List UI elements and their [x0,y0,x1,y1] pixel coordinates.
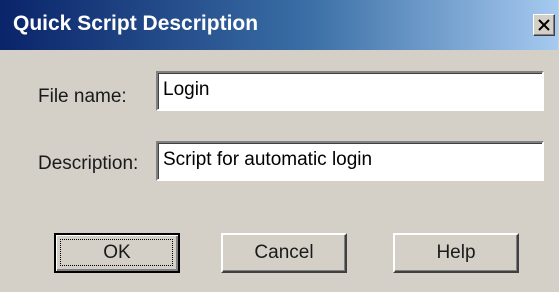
cancel-button-label: Cancel [254,242,314,263]
cancel-button[interactable]: Cancel [221,233,347,273]
dialog-title: Quick Script Description [13,12,259,35]
help-button-label: Help [436,242,476,263]
focus-rectangle [60,239,173,266]
description-label: Description: [38,153,139,174]
file-name-label: File name: [38,86,127,107]
description-field[interactable]: Script for automatic login [156,141,544,181]
ok-button[interactable]: OK [54,233,180,273]
quick-script-dialog: Quick Script Description File name: Logi… [0,0,560,292]
title-bar[interactable]: Quick Script Description [0,0,558,50]
file-name-field[interactable]: Login [156,71,544,111]
close-icon [538,19,550,31]
help-button[interactable]: Help [393,233,519,273]
close-button[interactable] [533,14,555,36]
